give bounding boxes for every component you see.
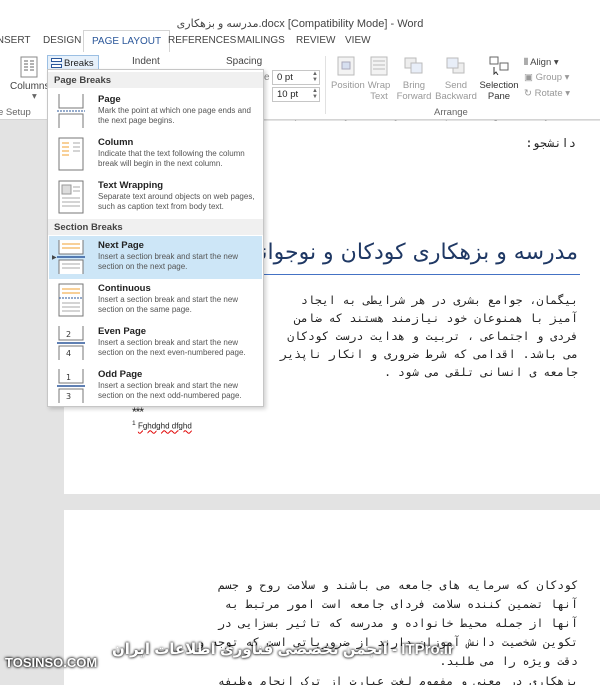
tab-insert[interactable]: INSERT <box>0 35 31 46</box>
footnote-number: 1 <box>132 420 136 427</box>
columns-dropdown-arrow[interactable]: ▾ <box>32 91 37 102</box>
paragraph-line: می باشد. اقدامی که شرط ضروری و انکار ناپ… <box>280 347 578 361</box>
paragraph-line: فردی و اجتماعی ، تربیت و هدایت درست کودک… <box>287 329 578 343</box>
menu-item-odd-page[interactable]: 1 3 Odd Page Insert a section break and … <box>49 365 262 408</box>
tab-mailings[interactable]: MAILINGS <box>237 35 285 46</box>
spacing-label: Spacing <box>226 56 263 67</box>
selection-pane-button[interactable]: Selection Pane <box>479 80 519 102</box>
wrap-text-icon[interactable] <box>368 56 390 76</box>
group-separator <box>325 56 326 114</box>
columns-icon[interactable] <box>20 56 38 78</box>
title-bar: مدرسه و بزهکاری.docx [Compatibility Mode… <box>0 0 600 30</box>
spacing-before-input[interactable]: 0 pt ▲ ▼ <box>272 70 320 85</box>
page-breaks-header: Page Breaks <box>48 72 263 88</box>
breaks-dropdown-menu: Page Breaks Page Mark the point at which… <box>47 69 264 407</box>
position-button[interactable]: Position <box>331 80 365 91</box>
window-title: مدرسه و بزهکاری.docx [Compatibility Mode… <box>176 18 424 30</box>
watermark-tagline: ITPro.ir - انجمن تخصصی فناوری اطلاعات ای… <box>112 641 454 658</box>
svg-text:3: 3 <box>66 392 71 401</box>
svg-text:2: 2 <box>66 330 71 339</box>
paragraph-line: دقت ویژه را می طلبد. <box>439 654 578 668</box>
rotate-icon: ↻ <box>524 88 532 99</box>
even-page-icon: 2 4 <box>57 326 85 360</box>
tab-design[interactable]: DESIGN <box>43 35 81 46</box>
menu-item-continuous[interactable]: Continuous Insert a section break and st… <box>49 279 262 322</box>
document-heading: مدرسه و بزهکاری کودکان و نوجوانان <box>238 240 578 265</box>
tab-view[interactable]: VIEW <box>345 35 371 46</box>
tab-page-layout[interactable]: PAGE LAYOUT <box>83 30 171 52</box>
selection-pane-icon[interactable] <box>488 55 510 75</box>
columns-button[interactable]: Columns <box>10 81 49 92</box>
selected-bullet-icon: ▶ <box>52 255 57 261</box>
send-backward-button[interactable]: Send Backward <box>434 80 478 102</box>
footnote-text: Fghdghd dfghd <box>137 421 192 431</box>
text-wrapping-icon <box>58 180 84 214</box>
section-breaks-header: Section Breaks <box>48 219 263 235</box>
spin-arrows-icon[interactable]: ▲ ▼ <box>312 71 318 83</box>
align-icon: ⫴ <box>524 57 528 68</box>
spin-arrows-icon[interactable]: ▲ ▼ <box>312 88 318 100</box>
group-icon: ▣ <box>524 72 533 83</box>
student-label: دانشجو: <box>525 136 576 150</box>
bring-forward-icon[interactable] <box>403 56 425 76</box>
menu-item-even-page[interactable]: 2 4 Even Page Insert a section break and… <box>49 322 262 365</box>
indent-label: Indent <box>132 56 160 67</box>
tab-references[interactable]: REFERENCES <box>168 35 236 46</box>
bring-forward-button[interactable]: Bring Forward <box>394 80 434 102</box>
breaks-button[interactable]: Breaks ▾ <box>47 55 99 80</box>
tab-review[interactable]: REVIEW <box>296 35 335 46</box>
menu-item-text-wrapping-break[interactable]: Text Wrapping Separate text around objec… <box>49 176 262 219</box>
align-button[interactable]: ⫴ Align ▾ <box>524 57 559 68</box>
paragraph-line: جامعه ی انسانی تلقی می شود . <box>384 365 578 379</box>
paragraph-line: بیگمان، جوامع بشری در هر شرایطی به ایجاد <box>301 293 578 307</box>
menu-item-column-break[interactable]: Column Indicate that the text following … <box>49 133 262 176</box>
rotate-button[interactable]: ↻ Rotate ▾ <box>524 88 570 99</box>
odd-page-icon: 1 3 <box>57 369 85 403</box>
paragraph-line: آنها از جمله محیط خانواده و مدرسه که تاث… <box>217 616 578 630</box>
column-break-icon <box>58 137 84 171</box>
position-icon[interactable] <box>335 56 357 76</box>
svg-text:4: 4 <box>66 349 71 358</box>
footnote: 1 Fghdghd dfghd <box>132 420 192 431</box>
breaks-icon <box>51 58 62 68</box>
menu-item-page-break[interactable]: Page Mark the point at which one page en… <box>49 90 262 133</box>
paragraph-line: آنها تضمین کننده سلامت فردای جامعه است ا… <box>224 597 578 611</box>
page-break-icon <box>57 94 85 128</box>
paragraph-line: بزهکاری در معنی و مفهوم لغت عبارت از ترک… <box>217 674 578 685</box>
menu-item-next-page[interactable]: ▶ Next Page Insert a section break and s… <box>49 236 262 279</box>
ribbon-tabs: INSERT DESIGN PAGE LAYOUT REFERENCES MAI… <box>0 30 600 52</box>
svg-text:1: 1 <box>66 373 71 382</box>
page-setup-group-label: e Setup <box>0 107 31 118</box>
continuous-break-icon <box>58 283 84 317</box>
send-backward-icon[interactable] <box>445 56 467 76</box>
next-page-icon <box>57 240 85 274</box>
group-button[interactable]: ▣ Group ▾ <box>524 72 569 83</box>
spacing-after-input[interactable]: 10 pt ▲ ▼ <box>272 87 320 102</box>
before-label: e <box>264 72 270 83</box>
paragraph-line: کودکان که سرمایه های جامعه می باشند و سل… <box>217 578 578 592</box>
watermark-site: TOSINSO.COM <box>5 655 98 670</box>
arrange-group-label: Arrange <box>434 107 468 118</box>
wrap-text-button[interactable]: Wrap Text <box>364 80 394 102</box>
paragraph-line: آمیز با همنوعان خود نیازمند هستند که ضام… <box>294 311 578 325</box>
